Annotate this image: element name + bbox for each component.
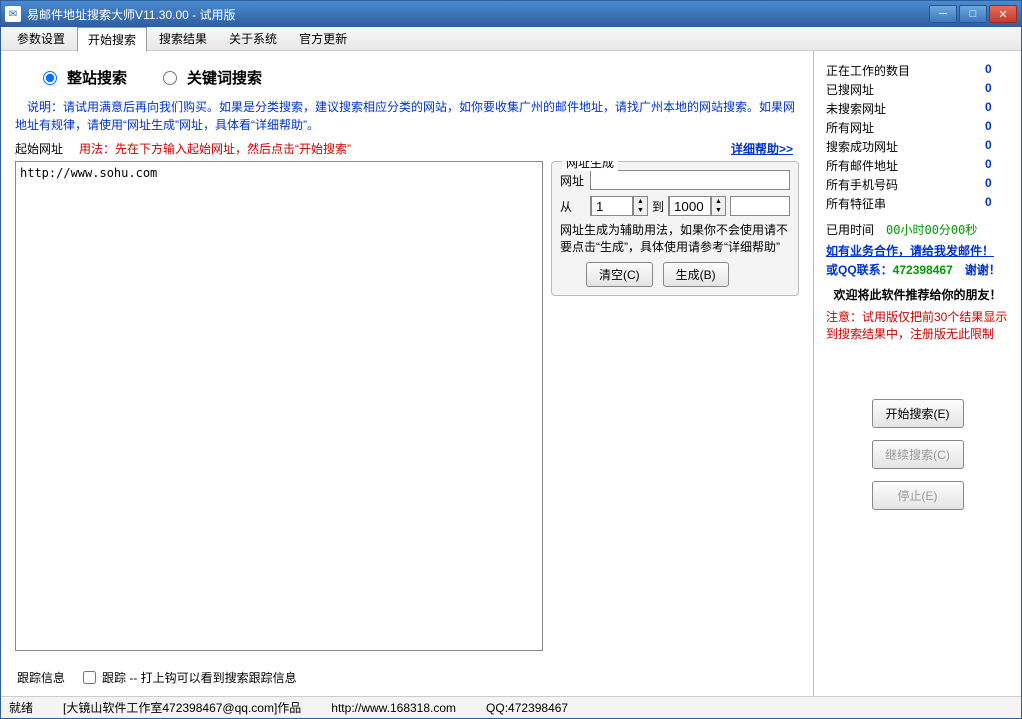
usage-hint: 用法：先在下方输入起始网址，然后点击“开始搜索” (79, 140, 731, 157)
elapsed-label: 已用时间 (826, 223, 874, 237)
stat-label: 未搜索网址 (826, 100, 886, 117)
recommend-text: 欢迎将此软件推荐给你的朋友！ (820, 280, 1015, 309)
spin-up-icon[interactable]: ▲ (634, 197, 647, 206)
stat-label: 所有特征串 (826, 195, 886, 212)
status-credit: [大镜山软件工作室472398467@qq.com]作品 (63, 699, 301, 716)
stat-label: 所有手机号码 (826, 176, 898, 193)
detail-help-link[interactable]: 详细帮助>> (731, 140, 793, 157)
spin-down-icon[interactable]: ▼ (634, 206, 647, 215)
track-row: 跟踪信息 跟踪 -- 打上钩可以看到搜索跟踪信息 (15, 659, 799, 696)
status-bar: 就绪 [大镜山软件工作室472398467@qq.com]作品 http://w… (1, 696, 1021, 718)
url-generator-group: 网址生成 网址 从 ▲▼ 到 ▲▼ (551, 161, 799, 296)
usage-row: 起始网址 用法：先在下方输入起始网址，然后点击“开始搜索” 详细帮助>> (15, 140, 799, 157)
gen-note: 网址生成为辅助用法，如果你不会使用请不要点击“生成”，具体使用请参考“详细帮助” (560, 222, 790, 256)
gen-url-label: 网址 (560, 172, 586, 189)
radio-full-site-input[interactable] (43, 71, 57, 85)
stat-label: 所有邮件地址 (826, 157, 898, 174)
stat-value: 0 (985, 62, 1009, 79)
stat-value: 0 (985, 195, 1009, 212)
titlebar: ✉ 易邮件地址搜索大师V11.30.00 - 试用版 ─ □ ✕ (1, 1, 1021, 27)
gen-to-spinner[interactable]: ▲▼ (668, 196, 726, 216)
window-title: 易邮件地址搜索大师V11.30.00 - 试用版 (27, 6, 929, 23)
tab-params[interactable]: 参数设置 (7, 27, 75, 50)
search-mode-radios: 整站搜索 关键词搜索 (15, 61, 799, 98)
stat-label: 所有网址 (826, 119, 874, 136)
spin-down-icon[interactable]: ▼ (712, 206, 725, 215)
gen-to-label: 到 (652, 198, 664, 215)
gen-from-spinner[interactable]: ▲▼ (590, 196, 648, 216)
stat-label: 搜索成功网址 (826, 138, 898, 155)
radio-keyword[interactable]: 关键词搜索 (163, 67, 262, 88)
track-label: 跟踪信息 (17, 669, 65, 686)
status-ready: 就绪 (9, 699, 33, 716)
action-buttons: 开始搜索(E) 继续搜索(C) 停止(E) (820, 399, 1015, 510)
gen-from-input[interactable] (591, 196, 633, 216)
stop-button[interactable]: 停止(E) (872, 481, 964, 510)
tab-update[interactable]: 官方更新 (289, 27, 357, 50)
stat-value: 0 (985, 138, 1009, 155)
gen-to-input[interactable] (669, 196, 711, 216)
qq-thanks: 谢谢！ (953, 263, 1001, 277)
trial-warning: 注意：试用版仅把前30个结果显示到搜索结果中，注册版无此限制 (820, 309, 1015, 343)
stat-value: 0 (985, 176, 1009, 193)
gen-suffix-input[interactable] (730, 196, 790, 216)
app-window: ✉ 易邮件地址搜索大师V11.30.00 - 试用版 ─ □ ✕ 参数设置 开始… (0, 0, 1022, 719)
radio-full-site[interactable]: 整站搜索 (43, 67, 127, 88)
description-text: 说明：请试用满意后再向我们购买。如果是分类搜索，建议搜索相应分类的网站，如你要收… (15, 98, 799, 134)
right-panel: 正在工作的数目 0 已搜网址 0 未搜索网址 0 所有网址 0 搜索成功网址 0 所有邮件… (813, 51, 1021, 696)
app-icon: ✉ (5, 6, 21, 22)
content-area: 整站搜索 关键词搜索 说明：请试用满意后再向我们购买。如果是分类搜索，建议搜索相… (1, 51, 1021, 696)
track-checkbox[interactable] (83, 671, 96, 684)
stat-label: 正在工作的数目 (826, 62, 910, 79)
status-url: http://www.168318.com (331, 701, 456, 715)
qq-number: 472398467 (893, 263, 953, 277)
tab-bar: 参数设置 开始搜索 搜索结果 关于系统 官方更新 (1, 27, 1021, 51)
minimize-button[interactable]: ─ (929, 5, 957, 23)
radio-keyword-input[interactable] (163, 71, 177, 85)
start-url-textarea[interactable] (15, 161, 543, 651)
url-generator-legend: 网址生成 (562, 161, 618, 171)
qq-prefix: 或QQ联系： (826, 263, 893, 277)
main-row: 网址生成 网址 从 ▲▼ 到 ▲▼ (15, 161, 799, 651)
qq-row: 或QQ联系：472398467 谢谢！ (820, 259, 1015, 280)
start-search-button[interactable]: 开始搜索(E) (872, 399, 964, 428)
elapsed-time-row: 已用时间 00小时00分00秒 (820, 213, 1015, 242)
track-checkbox-label[interactable]: 跟踪 -- 打上钩可以看到搜索跟踪信息 (83, 669, 297, 686)
stat-value: 0 (985, 119, 1009, 136)
tab-start-search[interactable]: 开始搜索 (77, 27, 147, 52)
left-panel: 整站搜索 关键词搜索 说明：请试用满意后再向我们购买。如果是分类搜索，建议搜索相… (1, 51, 813, 696)
spin-up-icon[interactable]: ▲ (712, 197, 725, 206)
tab-about[interactable]: 关于系统 (219, 27, 287, 50)
elapsed-value: 00小时00分00秒 (886, 223, 977, 237)
cooperate-link[interactable]: 如有业务合作，请给我发邮件！ (820, 242, 1015, 259)
continue-search-button[interactable]: 继续搜索(C) (872, 440, 964, 469)
window-controls: ─ □ ✕ (929, 5, 1017, 23)
stat-label: 已搜网址 (826, 81, 874, 98)
close-button[interactable]: ✕ (989, 5, 1017, 23)
status-qq: QQ:472398467 (486, 701, 568, 715)
start-url-label: 起始网址 (15, 140, 63, 157)
maximize-button[interactable]: □ (959, 5, 987, 23)
tab-results[interactable]: 搜索结果 (149, 27, 217, 50)
stat-value: 0 (985, 100, 1009, 117)
generate-button[interactable]: 生成(B) (663, 262, 729, 287)
gen-from-label: 从 (560, 198, 586, 215)
stat-value: 0 (985, 81, 1009, 98)
gen-url-input[interactable] (590, 170, 790, 190)
clear-button[interactable]: 清空(C) (586, 262, 653, 287)
stat-value: 0 (985, 157, 1009, 174)
